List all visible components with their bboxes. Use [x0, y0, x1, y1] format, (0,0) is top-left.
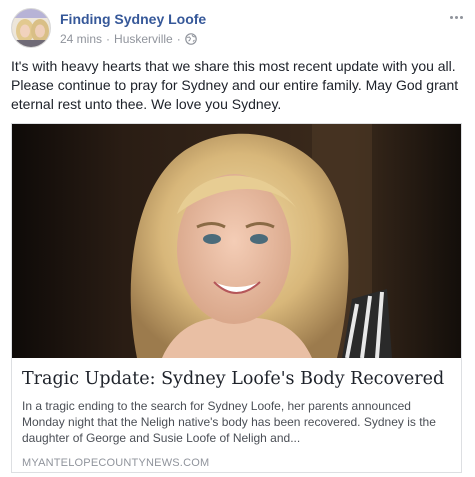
article-photo[interactable] — [12, 124, 461, 358]
page-avatar[interactable] — [11, 8, 51, 48]
link-domain[interactable]: MYANTELOPECOUNTYNEWS.COM — [22, 457, 452, 469]
post-meta: 24 mins · Huskerville · — [60, 32, 197, 46]
post-message: It's with heavy hearts that we share thi… — [11, 58, 459, 112]
globe-icon[interactable] — [184, 33, 197, 45]
meta-separator: · — [106, 32, 111, 46]
post-location[interactable]: Huskerville — [114, 32, 173, 46]
link-preview-card[interactable]: Tragic Update: Sydney Loofe's Body Recov… — [11, 123, 462, 473]
link-description: In a tragic ending to the search for Syd… — [22, 399, 436, 445]
avatar-photo-icon — [12, 9, 50, 47]
link-text-block: Tragic Update: Sydney Loofe's Body Recov… — [22, 368, 452, 469]
link-title[interactable]: Tragic Update: Sydney Loofe's Body Recov… — [22, 368, 452, 390]
more-options-icon[interactable] — [446, 10, 466, 24]
post-header: Finding Sydney Loofe 24 mins · Huskervil… — [11, 8, 466, 52]
meta-separator: · — [176, 32, 181, 46]
post-timestamp[interactable]: 24 mins — [60, 32, 102, 46]
page-name-link[interactable]: Finding Sydney Loofe — [60, 11, 206, 27]
facebook-post: Finding Sydney Loofe 24 mins · Huskervil… — [0, 0, 475, 477]
article-photo-icon — [12, 124, 461, 358]
